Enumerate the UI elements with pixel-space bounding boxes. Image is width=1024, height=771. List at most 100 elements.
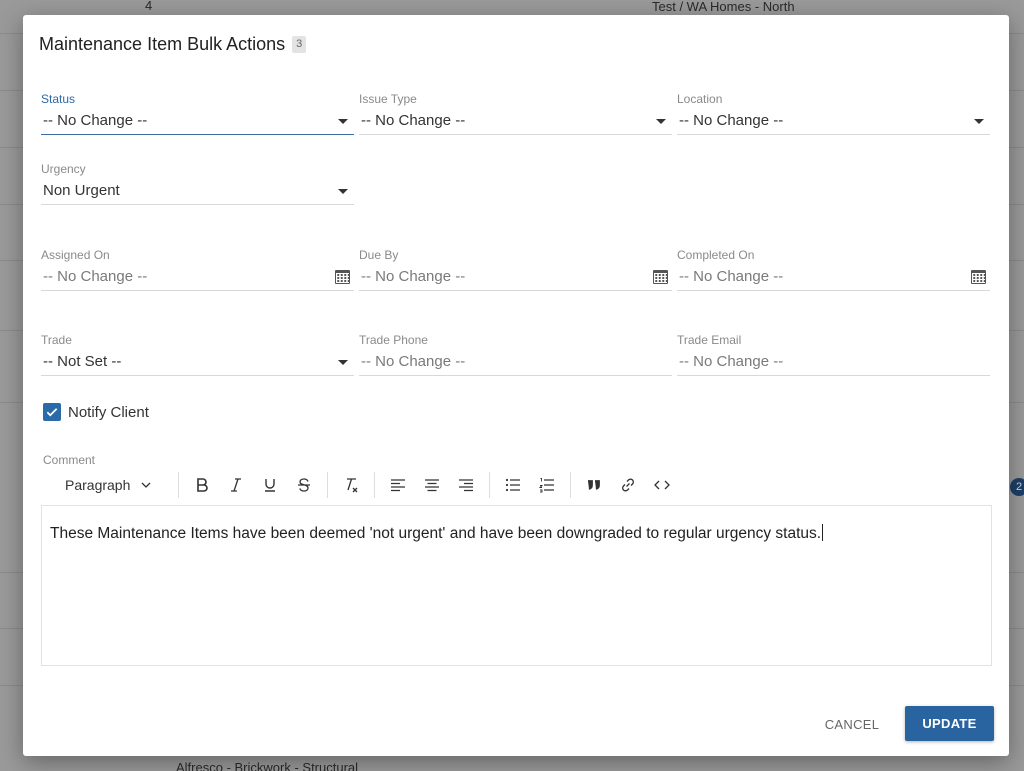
trade-phone-placeholder: -- No Change -- — [361, 353, 466, 370]
toolbar-divider — [327, 472, 329, 498]
trade-phone-label: Trade Phone — [359, 333, 428, 347]
trade-phone-input[interactable]: -- No Change -- — [359, 348, 672, 376]
completed-on-field[interactable]: Completed On -- No Change -- — [677, 248, 990, 291]
align-left-icon — [391, 479, 406, 492]
urgency-select[interactable]: Urgency Non Urgent — [41, 162, 354, 205]
issue-type-label: Issue Type — [359, 92, 417, 106]
trade-select[interactable]: Trade -- Not Set -- — [41, 333, 354, 376]
underline-icon — [265, 479, 276, 492]
bullet-list-icon — [506, 478, 521, 492]
cancel-button[interactable]: CANCEL — [813, 707, 891, 741]
align-right-button[interactable] — [449, 470, 483, 500]
trade-email-label: Trade Email — [677, 333, 742, 347]
align-right-icon — [459, 479, 474, 492]
numbered-list-button[interactable] — [530, 470, 564, 500]
assigned-on-placeholder: -- No Change -- — [43, 268, 148, 285]
location-control[interactable]: -- No Change -- — [677, 107, 990, 135]
bulk-actions-dialog: Maintenance Item Bulk Actions 3 Status -… — [23, 15, 1009, 756]
completed-on-placeholder: -- No Change -- — [679, 268, 784, 285]
align-left-button[interactable] — [381, 470, 415, 500]
trade-email-placeholder: -- No Change -- — [679, 353, 784, 370]
calendar-icon[interactable] — [653, 270, 668, 284]
chevron-down-icon — [338, 189, 348, 194]
toolbar-divider — [374, 472, 376, 498]
due-by-label: Due By — [359, 248, 399, 262]
due-by-field[interactable]: Due By -- No Change -- — [359, 248, 672, 291]
location-select[interactable]: Location -- No Change -- — [677, 92, 990, 135]
clear-format-icon — [347, 478, 358, 493]
trade-email-field[interactable]: Trade Email -- No Change -- — [677, 333, 990, 376]
bold-icon — [197, 478, 209, 492]
comment-text: These Maintenance Items have been deemed… — [50, 525, 822, 542]
due-by-input[interactable]: -- No Change -- — [359, 263, 672, 291]
italic-icon — [231, 478, 242, 492]
completed-on-label: Completed On — [677, 248, 755, 262]
align-center-icon — [425, 479, 440, 492]
blockquote-button[interactable] — [577, 470, 611, 500]
clear-format-button[interactable] — [334, 470, 368, 500]
bg-row-number: 4 — [145, 0, 153, 13]
chevron-down-icon — [338, 119, 348, 124]
trade-value: -- Not Set -- — [43, 353, 122, 370]
toolbar-divider — [489, 472, 491, 498]
underline-button[interactable] — [253, 470, 287, 500]
comment-label: Comment — [43, 453, 96, 467]
status-control[interactable]: -- No Change -- — [41, 107, 354, 135]
assigned-on-field[interactable]: Assigned On -- No Change -- — [41, 248, 354, 291]
code-button[interactable] — [645, 470, 679, 500]
selected-count-badge: 3 — [292, 36, 307, 53]
notify-client-label: Notify Client — [68, 403, 149, 421]
calendar-icon[interactable] — [971, 270, 986, 284]
strikethrough-icon — [298, 478, 311, 492]
urgency-label: Urgency — [41, 162, 86, 176]
trade-phone-field[interactable]: Trade Phone -- No Change -- — [359, 333, 672, 376]
bg-count-badge: 2 — [1010, 478, 1024, 496]
issue-type-select[interactable]: Issue Type -- No Change -- — [359, 92, 672, 135]
checkbox-checked-icon[interactable] — [43, 403, 61, 421]
status-value: -- No Change -- — [43, 112, 148, 129]
italic-button[interactable] — [219, 470, 253, 500]
status-select[interactable]: Status -- No Change -- — [41, 92, 354, 135]
trade-email-input[interactable]: -- No Change -- — [677, 348, 990, 376]
editor-toolbar: Paragraph — [43, 468, 993, 502]
dialog-title: Maintenance Item Bulk Actions — [39, 34, 286, 54]
chevron-down-icon — [974, 119, 984, 124]
bg-top-text: Test / WA Homes - North — [652, 0, 795, 14]
urgency-control[interactable]: Non Urgent — [41, 177, 354, 205]
toolbar-divider — [178, 472, 180, 498]
location-value: -- No Change -- — [679, 112, 784, 129]
issue-type-control[interactable]: -- No Change -- — [359, 107, 672, 135]
paragraph-style-select[interactable]: Paragraph — [43, 468, 172, 502]
chevron-down-icon — [338, 360, 348, 365]
code-icon — [654, 480, 671, 490]
assigned-on-input[interactable]: -- No Change -- — [41, 263, 354, 291]
link-icon — [622, 478, 635, 492]
text-cursor — [822, 524, 824, 541]
due-by-placeholder: -- No Change -- — [361, 268, 466, 285]
blockquote-icon — [588, 480, 601, 490]
dialog-title-wrap: Maintenance Item Bulk Actions 3 — [39, 34, 307, 55]
location-label: Location — [677, 92, 723, 106]
urgency-value: Non Urgent — [43, 182, 120, 199]
chevron-down-icon — [141, 482, 151, 488]
calendar-icon[interactable] — [335, 270, 350, 284]
align-center-button[interactable] — [415, 470, 449, 500]
update-button[interactable]: UPDATE — [905, 706, 994, 741]
bold-button[interactable] — [185, 470, 219, 500]
completed-on-input[interactable]: -- No Change -- — [677, 263, 990, 291]
comment-editor[interactable]: These Maintenance Items have been deemed… — [41, 505, 992, 666]
issue-type-value: -- No Change -- — [361, 112, 466, 129]
link-button[interactable] — [611, 470, 645, 500]
trade-label: Trade — [41, 333, 72, 347]
status-label: Status — [41, 92, 76, 106]
strikethrough-button[interactable] — [287, 470, 321, 500]
paragraph-style-value: Paragraph — [65, 477, 131, 493]
chevron-down-icon — [656, 119, 666, 124]
numbered-list-icon — [539, 478, 555, 493]
bg-bottom-text: Alfresco - Brickwork - Structural — [176, 760, 359, 771]
assigned-on-label: Assigned On — [41, 248, 110, 262]
trade-control[interactable]: -- Not Set -- — [41, 348, 354, 376]
bullet-list-button[interactable] — [496, 470, 530, 500]
toolbar-divider — [570, 472, 572, 498]
notify-client-checkbox[interactable]: Notify Client — [43, 403, 149, 421]
